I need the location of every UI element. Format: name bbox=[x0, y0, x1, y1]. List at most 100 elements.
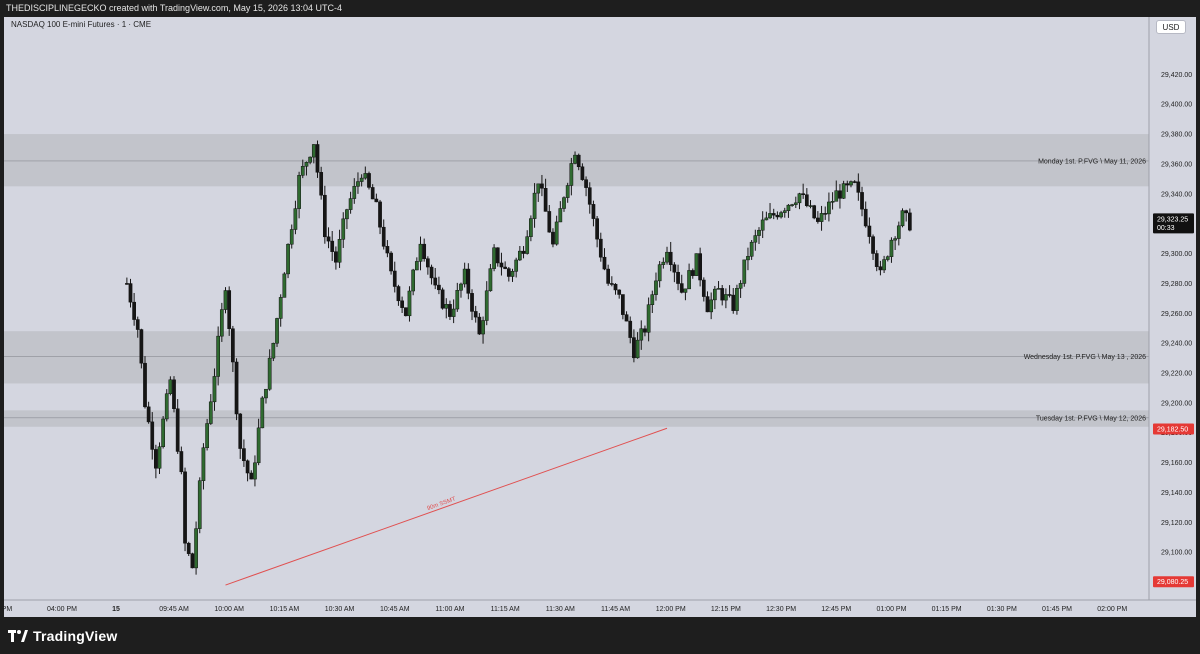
candle-down bbox=[322, 194, 327, 238]
candle-up bbox=[205, 423, 209, 448]
time-tick-label: 12:00 PM bbox=[656, 606, 686, 613]
candle-up bbox=[665, 251, 669, 263]
candle-down bbox=[720, 288, 725, 301]
candle-up bbox=[779, 212, 783, 218]
price-chart[interactable]: Monday 1st. P.FVG \ May 11, 2026 Wednesda… bbox=[4, 17, 1196, 617]
candle-up bbox=[289, 229, 294, 245]
candle-up bbox=[565, 185, 570, 198]
candle-down bbox=[499, 262, 504, 268]
candle-up bbox=[455, 290, 460, 310]
candle-up bbox=[639, 328, 644, 341]
candle-down bbox=[473, 311, 478, 318]
candle-up bbox=[201, 447, 206, 481]
candle-down bbox=[227, 290, 232, 329]
candle-down bbox=[731, 294, 736, 311]
candle-down bbox=[838, 190, 842, 199]
candle-down bbox=[878, 266, 883, 271]
candle-up bbox=[735, 288, 739, 311]
time-tick-label: 10:30 AM bbox=[325, 606, 355, 613]
price-tick-label: 29,400.00 bbox=[1161, 102, 1192, 109]
candle-up bbox=[893, 238, 897, 241]
candle-down bbox=[249, 472, 254, 480]
candle-down bbox=[172, 379, 176, 410]
candle-up bbox=[646, 304, 651, 333]
candle-down bbox=[506, 268, 511, 277]
candle-down bbox=[871, 236, 875, 254]
tradingview-logo[interactable]: TradingView bbox=[8, 628, 117, 644]
candle-down bbox=[672, 264, 677, 273]
candle-down bbox=[370, 187, 375, 200]
candle-up bbox=[293, 208, 298, 230]
candle-up bbox=[709, 299, 714, 313]
candle-up bbox=[573, 154, 577, 164]
candle-up bbox=[525, 236, 530, 254]
tradingview-logo-text: TradingView bbox=[33, 627, 118, 644]
candle-up bbox=[297, 175, 301, 209]
candle-up bbox=[529, 218, 533, 237]
time-tick-label: 12:30 PM bbox=[766, 606, 796, 613]
candle-down bbox=[863, 208, 868, 227]
candle-up bbox=[746, 256, 750, 261]
candle-up bbox=[749, 241, 754, 257]
candle-down bbox=[595, 218, 599, 240]
fvg-zone-label: Wednesday 1st. P.FVG \ May 13 , 2026 bbox=[1024, 354, 1146, 361]
candle-down bbox=[775, 214, 780, 218]
chart-caption: THEDISCIPLINEGECKO created with TradingV… bbox=[0, 0, 1200, 17]
candle-down bbox=[823, 213, 828, 215]
time-axis[interactable]: 5 PM 04:00 PM 15 09:45 AM 10:00 AM 10:15 AM 10… bbox=[4, 599, 1196, 617]
currency-button[interactable]: USD bbox=[1156, 20, 1186, 34]
candle-up bbox=[219, 309, 224, 337]
candle-down bbox=[587, 187, 592, 205]
candle-up bbox=[356, 181, 360, 187]
candle-up bbox=[348, 198, 353, 210]
price-tick-label: 29,300.00 bbox=[1161, 251, 1192, 258]
candle-down bbox=[132, 301, 136, 320]
candle-up bbox=[808, 205, 813, 207]
candle-up bbox=[444, 304, 449, 309]
candle-up bbox=[510, 271, 515, 277]
price-tick-label: 29,160.00 bbox=[1161, 460, 1192, 467]
candle-up bbox=[168, 379, 173, 395]
candle-up bbox=[687, 270, 691, 290]
candle-down bbox=[396, 286, 401, 302]
time-tick-label: 11:45 AM bbox=[601, 606, 630, 613]
time-tick-label: 09:45 AM bbox=[159, 606, 189, 613]
candle-down bbox=[381, 226, 386, 247]
candle-down bbox=[385, 246, 390, 254]
fvg-zone bbox=[4, 410, 1149, 427]
time-tick-label: 11:00 AM bbox=[435, 606, 464, 613]
symbol-label[interactable]: NASDAQ 100 E-mini Futures · 1 · CME bbox=[11, 20, 151, 29]
price-tag-countdown: 00:33 bbox=[1157, 225, 1175, 232]
candle-down bbox=[334, 251, 338, 263]
chart-area[interactable]: Monday 1st. P.FVG \ May 11, 2026 Wednesda… bbox=[4, 17, 1196, 617]
candle-up bbox=[311, 144, 316, 158]
candle-down bbox=[175, 408, 180, 452]
candle-up bbox=[790, 204, 794, 206]
candle-down bbox=[771, 213, 776, 216]
candle-down bbox=[624, 314, 629, 322]
candle-down bbox=[135, 319, 140, 330]
candle-up bbox=[793, 202, 798, 205]
candle-up bbox=[492, 247, 496, 269]
candle-up bbox=[635, 339, 640, 359]
candle-up bbox=[849, 181, 853, 186]
price-axis[interactable]: 29,420.00 29,400.00 29,380.00 29,360.00 29,3… bbox=[1148, 17, 1196, 617]
fvg-zone-label: Tuesday 1st. P.FVG \ May 12, 2026 bbox=[1036, 415, 1146, 422]
candle-up bbox=[345, 209, 349, 220]
candle-up bbox=[300, 166, 305, 176]
candle-down bbox=[429, 266, 434, 279]
tradingview-logo-icon bbox=[8, 629, 28, 642]
candle-down bbox=[437, 284, 441, 291]
price-tick-label: 29,200.00 bbox=[1161, 400, 1192, 407]
candle-down bbox=[598, 238, 603, 258]
candle-up bbox=[216, 335, 221, 377]
candle-up bbox=[782, 210, 787, 213]
time-tick-label: 01:45 PM bbox=[1042, 606, 1072, 613]
candle-down bbox=[602, 256, 607, 270]
time-tick-label: 01:30 PM bbox=[987, 606, 1017, 613]
candle-down bbox=[403, 307, 408, 317]
candle-down bbox=[845, 183, 850, 186]
candle-down bbox=[315, 144, 320, 173]
candle-up bbox=[337, 239, 342, 263]
candle-down bbox=[503, 266, 507, 269]
